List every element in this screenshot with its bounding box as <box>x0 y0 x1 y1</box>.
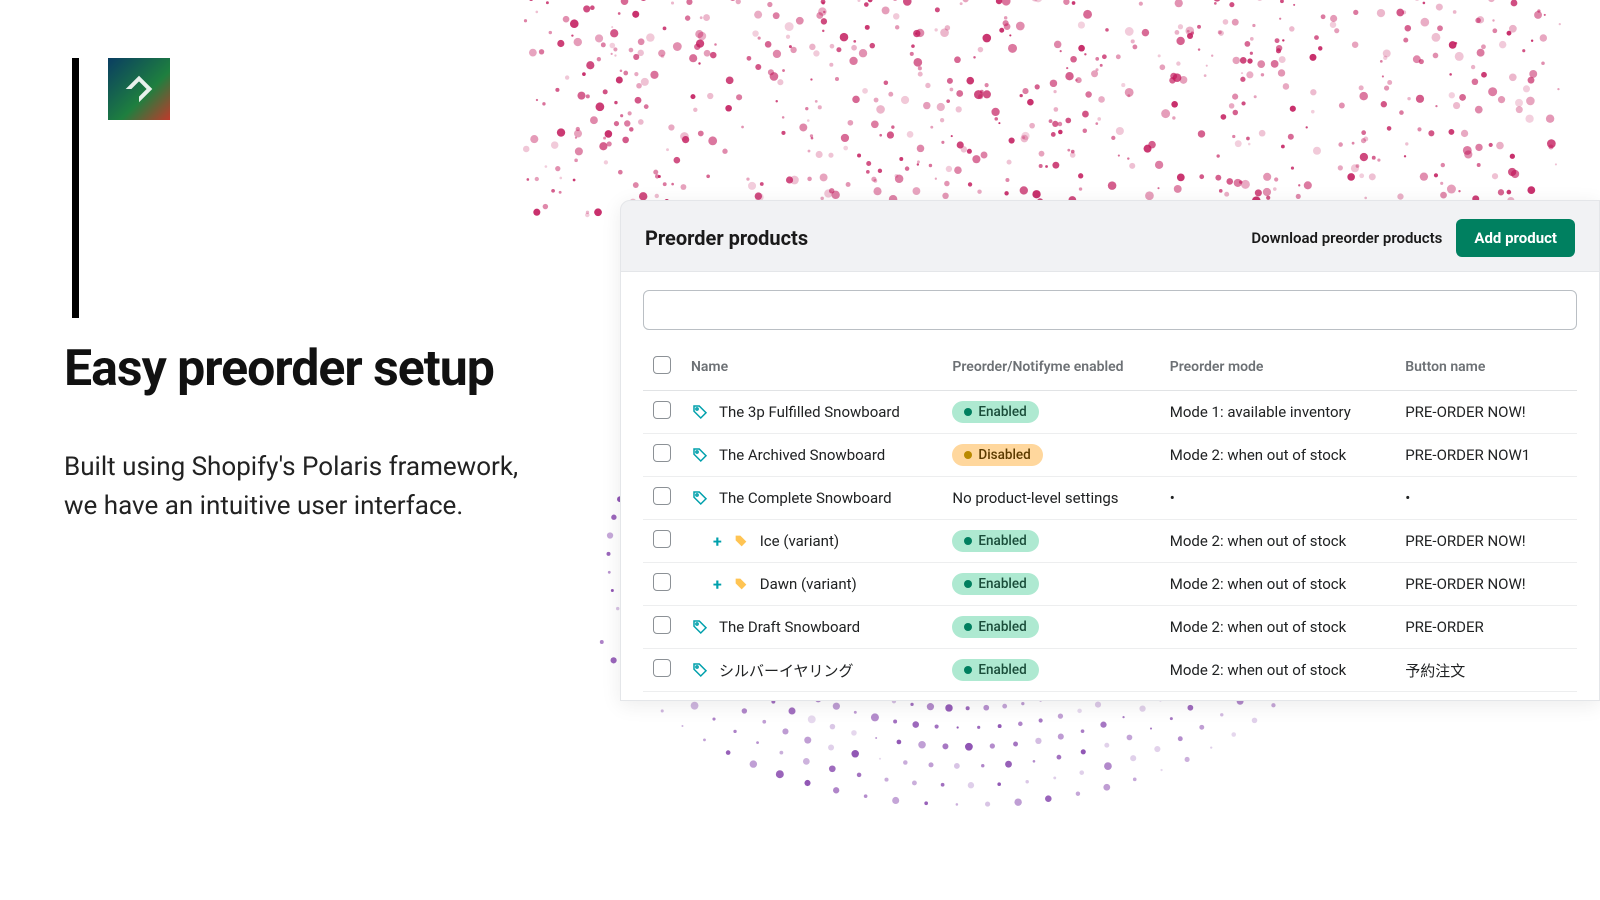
product-name: The 3p Fulfilled Snowboard <box>719 403 900 421</box>
button-name: PRE-ORDER NOW! <box>1395 563 1577 606</box>
tag-outline-icon <box>691 403 709 421</box>
hero-title: Easy preorder setup <box>64 340 494 398</box>
row-checkbox[interactable] <box>653 530 671 548</box>
table-row[interactable]: + Dawn (variant) Enabled Mode 2: when out o… <box>643 563 1577 606</box>
button-name: 予約注文 <box>1395 649 1577 692</box>
expand-icon[interactable]: + <box>713 575 722 594</box>
tag-solid-icon <box>732 575 750 593</box>
table-row[interactable]: + Ice (variant) Enabled Mode 2: when out of… <box>643 520 1577 563</box>
status-badge: Enabled <box>952 616 1038 638</box>
product-name: Ice (variant) <box>760 532 839 550</box>
table-row[interactable]: The Archived Snowboard Disabled Mode 2: wh… <box>643 434 1577 477</box>
preorder-mode: Mode 2: when out of stock <box>1160 563 1395 606</box>
row-checkbox[interactable] <box>653 487 671 505</box>
expand-icon[interactable]: + <box>713 532 722 551</box>
tag-outline-icon <box>691 446 709 464</box>
accent-bar <box>72 58 79 318</box>
col-button: Button name <box>1395 344 1577 391</box>
status-badge: Enabled <box>952 573 1038 595</box>
product-name: シルバーイヤリング <box>719 660 854 681</box>
table-row[interactable]: シルバーイヤリング Enabled Mode 2: when out of stoc… <box>643 649 1577 692</box>
row-checkbox[interactable] <box>653 444 671 462</box>
preorder-mode: Mode 2: when out of stock <box>1160 434 1395 477</box>
product-name: The Archived Snowboard <box>719 446 885 464</box>
add-product-button[interactable]: Add product <box>1456 219 1575 257</box>
table-row[interactable]: The Draft Snowboard Enabled Mode 2: when o… <box>643 606 1577 649</box>
col-status: Preorder/Notifyme enabled <box>942 344 1159 391</box>
download-preorders-button[interactable]: Download preorder products <box>1251 229 1442 247</box>
preorder-mode: Mode 2: when out of stock <box>1160 606 1395 649</box>
preorder-mode: Mode 2: when out of stock <box>1160 649 1395 692</box>
button-name: • <box>1395 477 1577 520</box>
table-row[interactable]: The Complete Snowboard No product-level s… <box>643 477 1577 520</box>
button-name: PRE-ORDER NOW! <box>1395 391 1577 434</box>
row-checkbox[interactable] <box>653 616 671 634</box>
col-mode: Preorder mode <box>1160 344 1395 391</box>
hero-subtitle: Built using Shopify's Polaris framework,… <box>64 448 518 526</box>
status-badge: Enabled <box>952 659 1038 681</box>
status-badge: Enabled <box>952 401 1038 423</box>
tag-outline-icon <box>691 489 709 507</box>
status-text: No product-level settings <box>952 489 1118 507</box>
product-name: The Complete Snowboard <box>719 489 892 507</box>
button-name: PRE-ORDER <box>1395 606 1577 649</box>
button-name: PRE-ORDER NOW1 <box>1395 434 1577 477</box>
table-row[interactable]: The 3p Fulfilled Snowboard Enabled Mode 1:… <box>643 391 1577 434</box>
status-badge: Disabled <box>952 444 1042 466</box>
search-input[interactable] <box>643 290 1577 330</box>
preorder-mode: • <box>1160 477 1395 520</box>
product-name: Dawn (variant) <box>760 575 857 593</box>
products-table: Name Preorder/Notifyme enabled Preorder … <box>643 344 1577 692</box>
preorder-panel: Preorder products Download preorder prod… <box>620 200 1600 701</box>
select-all-checkbox[interactable] <box>653 356 671 374</box>
tag-outline-icon <box>691 661 709 679</box>
row-checkbox[interactable] <box>653 401 671 419</box>
row-checkbox[interactable] <box>653 573 671 591</box>
tag-solid-icon <box>732 532 750 550</box>
tag-outline-icon <box>691 618 709 636</box>
row-checkbox[interactable] <box>653 659 671 677</box>
preorder-mode: Mode 2: when out of stock <box>1160 520 1395 563</box>
product-name: The Draft Snowboard <box>719 618 860 636</box>
preorder-mode: Mode 1: available inventory <box>1160 391 1395 434</box>
button-name: PRE-ORDER NOW! <box>1395 520 1577 563</box>
panel-title: Preorder products <box>645 226 808 250</box>
status-badge: Enabled <box>952 530 1038 552</box>
col-name: Name <box>681 344 942 391</box>
app-logo <box>108 58 170 120</box>
